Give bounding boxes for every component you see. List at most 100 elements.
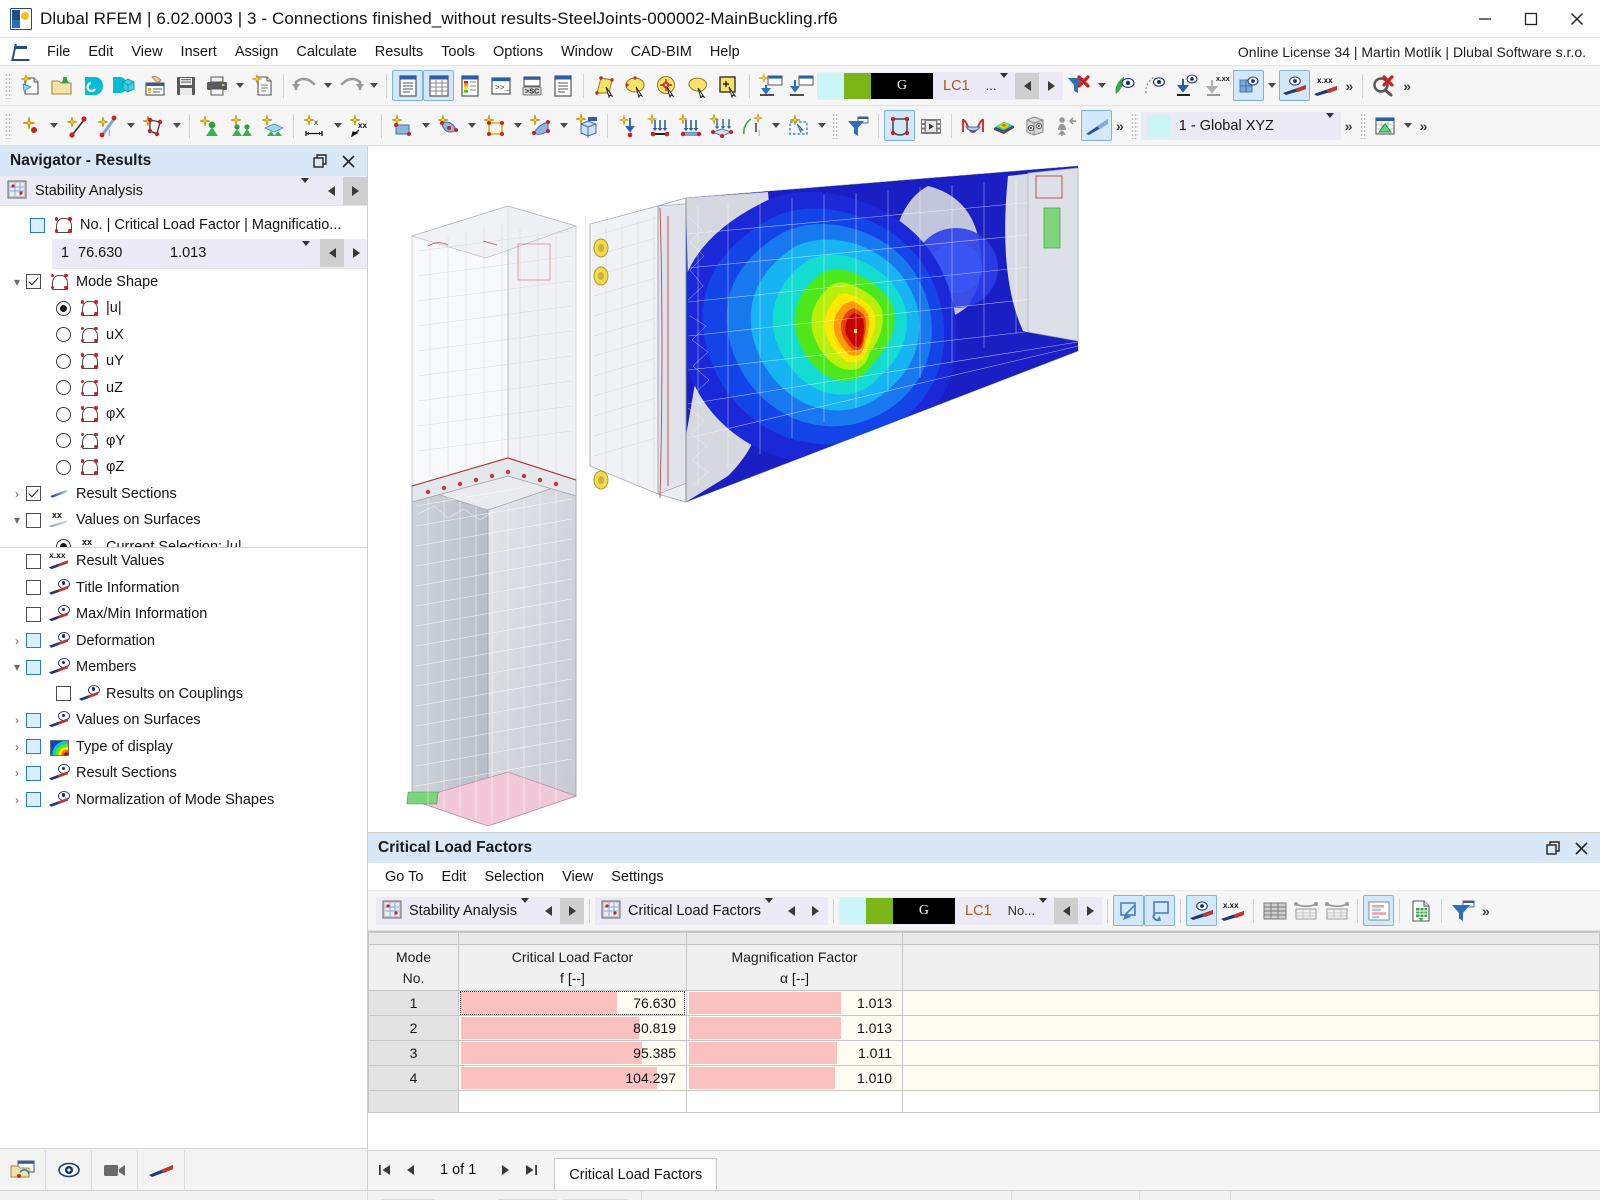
grid-eye-icon[interactable] (1233, 70, 1265, 101)
print-dropdown-icon[interactable] (232, 70, 247, 101)
values-on-surfaces-checkbox[interactable] (26, 512, 41, 528)
load-case-selector[interactable]: G LC1 ... (817, 71, 1064, 100)
toolbar-grip-4[interactable] (1359, 112, 1367, 139)
select-polygon-icon[interactable] (589, 70, 620, 101)
values-on-surfaces-2-checkbox[interactable] (26, 712, 41, 728)
new-node-icon[interactable] (15, 110, 46, 141)
new-polyline-icon[interactable] (138, 110, 169, 141)
filter-dropdown-icon[interactable] (1094, 70, 1109, 101)
mode-shape-checkbox[interactable] (26, 274, 41, 290)
new-support-icon[interactable] (195, 110, 226, 141)
title-information-checkbox[interactable] (26, 580, 41, 596)
result-values-checkbox[interactable] (26, 553, 41, 569)
new-free-load-dropdown-icon[interactable] (768, 110, 783, 141)
render-cube-icon[interactable] (1019, 110, 1050, 141)
table-panel-icon[interactable] (423, 70, 454, 101)
render-icon[interactable] (1109, 70, 1140, 101)
blocks-icon[interactable] (108, 70, 139, 101)
deformation-eye-icon[interactable] (1140, 70, 1171, 101)
cell-critical-load-factor[interactable]: 104.297 (458, 1065, 687, 1091)
cell-critical-load-factor[interactable]: 76.630 (458, 990, 687, 1016)
cell-magnification-factor[interactable]: 1.011 (686, 1040, 903, 1066)
tree-item-maxmin-information[interactable]: Max/Min Information (0, 601, 367, 628)
new-free-load-icon[interactable]: I (737, 110, 768, 141)
mode-value-row[interactable]: 1 76.630 1.013 (52, 238, 367, 269)
tree-item-phix[interactable]: φX (0, 401, 367, 428)
new-dimension-xx-icon[interactable]: xx (345, 110, 376, 141)
toolbar-overflow-2-icon[interactable]: » (1399, 78, 1415, 94)
toolbar-grip[interactable] (5, 72, 12, 99)
script-panel-icon[interactable]: >SC (516, 70, 547, 101)
new-nodal-load-icon[interactable] (613, 110, 644, 141)
table-menu-view[interactable]: View (553, 867, 602, 887)
redo-dropdown-icon[interactable] (366, 70, 381, 101)
navigator-combo-next-button[interactable] (343, 176, 367, 205)
sync-selection-icon[interactable] (1144, 895, 1176, 926)
result-sections-checkbox[interactable] (26, 486, 41, 502)
results-eye-icon[interactable] (1279, 70, 1311, 101)
cell-magnification-factor[interactable]: 1.013 (686, 990, 903, 1016)
menu-tools[interactable]: Tools (432, 41, 484, 63)
cell-empty[interactable] (458, 1090, 687, 1113)
redo-icon[interactable] (335, 70, 366, 101)
open-folder-icon[interactable] (46, 70, 77, 101)
tree-item-result-sections-2[interactable]: › Result Sections (0, 760, 367, 787)
new-dimension-dropdown-icon[interactable] (330, 110, 345, 141)
tree-item-phiz[interactable]: φZ (0, 454, 367, 481)
cell-extra[interactable] (902, 1040, 1600, 1066)
cell-extra[interactable] (902, 1065, 1600, 1091)
load-case-next-button[interactable] (1039, 73, 1063, 99)
result-section-icon[interactable] (1081, 110, 1112, 141)
expander-values-on-surfaces-2-icon[interactable]: › (8, 713, 26, 727)
tree-item-u-abs[interactable]: |u| (0, 295, 367, 322)
select-lasso-icon[interactable] (620, 70, 651, 101)
3d-model-viewport[interactable] (368, 146, 1600, 832)
print-icon[interactable] (201, 70, 232, 101)
navigator-restore-button[interactable] (307, 148, 333, 174)
table-menu-edit[interactable]: Edit (432, 867, 475, 887)
spreadsheet-dropdown-icon[interactable] (1401, 110, 1416, 141)
tree-item-current-selection[interactable]: Current Selection: |u| (0, 534, 367, 547)
new-polyline-dropdown-icon[interactable] (169, 110, 184, 141)
info-panel-icon[interactable] (547, 70, 578, 101)
tree-item-deformation[interactable]: › Deformation (0, 628, 367, 655)
table-row-empty[interactable] (368, 1090, 1600, 1113)
undo-dropdown-icon[interactable] (320, 70, 335, 101)
column-header-critical-load-factor[interactable]: Critical Load Factor f [--] (458, 944, 687, 991)
new-member-icon[interactable]: I (92, 110, 123, 141)
new-dimension-x-icon[interactable]: x (299, 110, 330, 141)
table-row[interactable]: 1 76.630 1.013 (368, 990, 1600, 1016)
results-icon[interactable] (138, 1150, 184, 1190)
table-all-icon[interactable] (1259, 895, 1290, 926)
visibility-icon[interactable] (46, 1149, 92, 1190)
member-results-icon[interactable] (884, 110, 915, 141)
filter-clear-icon[interactable] (1063, 70, 1094, 101)
mode-next-button[interactable] (344, 239, 367, 267)
cell-empty[interactable] (902, 1090, 1600, 1113)
second-toolbar-overflow-icon[interactable]: » (1112, 118, 1128, 134)
table-filter-2-icon[interactable] (1321, 895, 1352, 926)
diagram-icon[interactable] (957, 110, 988, 141)
new-surface-dropdown-icon[interactable] (418, 110, 433, 141)
new-curved-dropdown-icon[interactable] (464, 110, 479, 141)
select-add-icon[interactable] (713, 70, 744, 101)
status-plane[interactable]: Plane: XY (1138, 1190, 1230, 1200)
expander-result-sections-2-icon[interactable]: › (8, 766, 26, 780)
radio-uz[interactable] (56, 380, 71, 396)
table-filter-1-icon[interactable] (1290, 895, 1321, 926)
tree-item-members[interactable]: ▾ Members (0, 654, 367, 681)
filter-icon[interactable] (842, 110, 873, 141)
second-toolbar-grip[interactable] (5, 112, 12, 139)
table-menu-selection[interactable]: Selection (475, 867, 553, 887)
new-surface-load-icon[interactable] (706, 110, 737, 141)
new-line-load-icon[interactable] (644, 110, 675, 141)
grid-eye-dropdown-icon[interactable] (1264, 70, 1279, 101)
pager-last-button[interactable] (518, 1153, 544, 1187)
maximize-button[interactable] (1508, 0, 1554, 38)
cs-chevron-down-icon[interactable] (1322, 113, 1341, 133)
table-type-combo[interactable]: Critical Load Factors (595, 896, 828, 925)
new-line-support-icon[interactable] (226, 110, 257, 141)
new-shell-dropdown-icon[interactable] (556, 110, 571, 141)
value-section-down-icon[interactable] (1171, 70, 1202, 101)
tree-item-values-on-surfaces-2[interactable]: › Values on Surfaces (0, 707, 367, 734)
